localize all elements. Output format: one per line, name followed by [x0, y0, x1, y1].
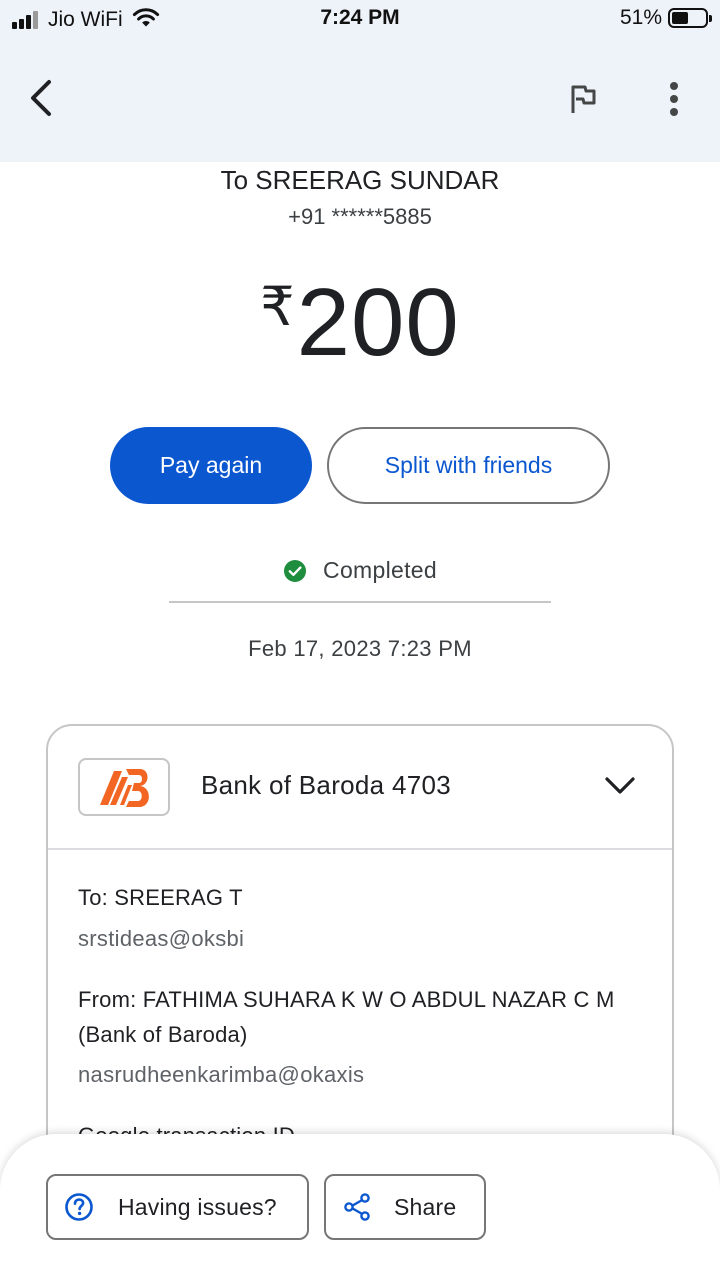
more-options-button[interactable] — [652, 76, 696, 122]
bank-account-name: Bank of Baroda 4703 — [201, 770, 451, 800]
app-bar — [0, 40, 720, 162]
battery-icon — [668, 8, 712, 28]
split-with-friends-button[interactable]: Split with friends — [327, 427, 610, 504]
recipient-name: To SREERAG SUNDAR — [220, 165, 500, 195]
bank-account-header[interactable]: Bank of Baroda 4703 — [48, 726, 672, 848]
status-bar: Jio WiFi 7:24 PM 51% — [0, 0, 720, 40]
from-upi-id: nasrudheenkarimba@okaxis — [78, 1062, 365, 1087]
card-divider — [48, 848, 672, 850]
status-right: 51% — [619, 6, 712, 30]
check-circle-icon — [284, 559, 307, 582]
more-vert-icon — [670, 82, 678, 116]
share-icon — [342, 1192, 372, 1222]
amount-value: 200 — [296, 269, 460, 376]
status-time: 7:24 PM — [320, 6, 400, 29]
chevron-down-icon[interactable] — [604, 772, 636, 800]
currency-symbol: ₹ — [260, 277, 295, 337]
back-button[interactable] — [18, 70, 66, 126]
from-label: From: FATHIMA SUHARA K W O ABDUL NAZAR C… — [78, 987, 615, 1047]
amount: ₹200 — [0, 268, 720, 378]
having-issues-label: Having issues? — [118, 1193, 277, 1220]
share-label: Share — [394, 1193, 457, 1220]
flag-icon — [571, 85, 596, 113]
back-arrow-icon — [31, 80, 51, 116]
divider — [169, 601, 551, 603]
recipient-phone: +91 ******5885 — [288, 204, 432, 229]
help-circle-icon — [64, 1192, 94, 1222]
bank-of-baroda-logo — [78, 758, 170, 816]
bottom-action-bar: Having issues? Share — [0, 1134, 720, 1280]
battery-percent: 51% — [619, 6, 662, 29]
share-button[interactable]: Share — [324, 1174, 486, 1240]
having-issues-button[interactable]: Having issues? — [46, 1174, 309, 1240]
transaction-date: Feb 17, 2023 7:23 PM — [248, 636, 472, 661]
payment-status: Completed — [0, 557, 720, 584]
to-label: To: SREERAG T — [78, 885, 243, 910]
pay-again-button[interactable]: Pay again — [110, 427, 312, 504]
report-button[interactable] — [560, 76, 606, 122]
to-upi-id: srstideas@oksbi — [78, 926, 245, 951]
status-text: Completed — [323, 557, 437, 583]
